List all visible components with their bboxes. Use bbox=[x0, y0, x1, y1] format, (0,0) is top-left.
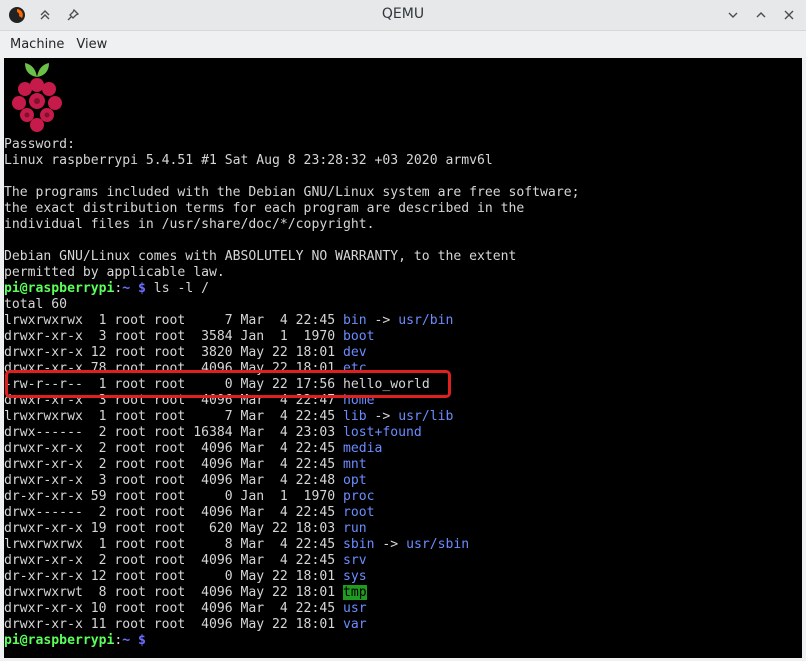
chevron-down-icon bbox=[728, 12, 738, 18]
banner-line: Linux raspberrypi 5.4.51 #1 Sat Aug 8 23… bbox=[4, 153, 579, 169]
listing-row: lrwxrwxrwx 1 root root 7 Mar 4 22:45 lib… bbox=[4, 409, 579, 425]
total-text: total 60 bbox=[4, 297, 68, 312]
menu-view[interactable]: View bbox=[70, 31, 113, 58]
listing-row: drwxr-xr-x 2 root root 4096 Mar 4 22:45 … bbox=[4, 457, 579, 473]
listing-row: drwxr-xr-x 2 root root 4096 Mar 4 22:45 … bbox=[4, 441, 579, 457]
entry-meta: lrwxrwxrwx 1 root root 7 Mar 4 22:45 bbox=[4, 313, 343, 328]
banner-text: The programs included with the Debian GN… bbox=[4, 185, 580, 200]
close-button[interactable] bbox=[778, 4, 800, 26]
entry-name: media bbox=[342, 441, 383, 456]
symlink-target: usr/bin bbox=[398, 313, 454, 328]
raspberry-pi-logo-icon bbox=[12, 63, 62, 132]
listing-row: dr-xr-xr-x 12 root root 0 May 22 18:01 s… bbox=[4, 569, 579, 585]
entry-meta: drwxr-xr-x 19 root root 620 May 22 18:03 bbox=[4, 521, 343, 536]
command-text: ls -l / bbox=[145, 281, 209, 296]
entry-meta: drwxr-xr-x 10 root root 4096 Mar 4 22:45 bbox=[4, 601, 343, 616]
total-line: total 60 bbox=[4, 297, 579, 313]
entry-name: opt bbox=[342, 473, 367, 488]
prompt-line: pi@raspberrypi:~ $ ls -l / bbox=[4, 281, 579, 297]
banner-line bbox=[4, 169, 579, 185]
listing-row: dr-xr-xr-x 59 root root 0 Jan 1 1970 pro… bbox=[4, 489, 579, 505]
listing-row: drwxr-xr-x 3 root root 3584 Jan 1 1970 b… bbox=[4, 329, 579, 345]
minimize-button[interactable] bbox=[722, 4, 744, 26]
prompt-user: pi@raspberrypi bbox=[4, 281, 115, 296]
maximize-button[interactable] bbox=[750, 4, 772, 26]
entry-meta: lrwxrwxrwx 1 root root 7 Mar 4 22:45 bbox=[4, 409, 343, 424]
prompt-path: ~ $ bbox=[122, 281, 146, 296]
entry-meta: drwxr-xr-x 2 root root 4096 Mar 4 22:45 bbox=[4, 553, 343, 568]
highlight-box bbox=[5, 370, 451, 398]
entry-meta: drwx------ 2 root root 16384 Mar 4 23:03 bbox=[4, 425, 343, 440]
entry-name: mnt bbox=[342, 457, 367, 472]
entry-meta: dr-xr-xr-x 59 root root 0 Jan 1 1970 bbox=[4, 489, 343, 504]
entry-meta: drwxr-xr-x 11 root root 4096 May 22 18:0… bbox=[4, 617, 343, 632]
banner-line: individual files in /usr/share/doc/*/cop… bbox=[4, 217, 579, 233]
entry-name: dev bbox=[342, 345, 367, 360]
entry-meta: drwxr-xr-x 12 root root 3820 May 22 18:0… bbox=[4, 345, 343, 360]
entry-name: lib bbox=[342, 409, 367, 424]
prompt-user: pi@raspberrypi bbox=[4, 633, 115, 648]
entry-meta: drwx------ 2 root root 4096 Mar 4 22:45 bbox=[4, 505, 343, 520]
terminal-screen[interactable]: Password: Linux raspberrypi 5.4.51 #1 Sat… bbox=[4, 58, 802, 658]
entry-name: tmp bbox=[342, 585, 367, 600]
entry-name: lost+found bbox=[342, 425, 422, 440]
banner-text: individual files in /usr/share/doc/*/cop… bbox=[4, 217, 375, 232]
listing-row: drwxr-xr-x 2 root root 4096 Mar 4 22:45 … bbox=[4, 553, 579, 569]
banner-text: Debian GNU/Linux comes with ABSOLUTELY N… bbox=[4, 249, 517, 264]
entry-meta: dr-xr-xr-x 12 root root 0 May 22 18:01 bbox=[4, 569, 343, 584]
symlink-arrow: -> bbox=[366, 313, 399, 328]
entry-name: usr bbox=[342, 601, 367, 616]
banner-line bbox=[4, 233, 579, 249]
banner-line: The programs included with the Debian GN… bbox=[4, 185, 579, 201]
symlink-target: usr/lib bbox=[398, 409, 454, 424]
symlink-target: usr/sbin bbox=[406, 537, 470, 552]
banner-line: Debian GNU/Linux comes with ABSOLUTELY N… bbox=[4, 249, 579, 265]
listing-row: drwxr-xr-x 10 root root 4096 Mar 4 22:45… bbox=[4, 601, 579, 617]
entry-meta: drwxr-xr-x 2 root root 4096 Mar 4 22:45 bbox=[4, 457, 343, 472]
entry-name: run bbox=[342, 521, 367, 536]
qemu-window: QEMU Machine View Password: Linux raspbe… bbox=[0, 0, 806, 661]
prompt-line: pi@raspberrypi:~ $ bbox=[4, 633, 579, 649]
title-bar: QEMU bbox=[0, 0, 806, 31]
entry-name: sbin bbox=[342, 537, 375, 552]
listing-row: drwx------ 2 root root 16384 Mar 4 23:03… bbox=[4, 425, 579, 441]
banner-text: Password: bbox=[4, 137, 75, 152]
banner-text: permitted by applicable law. bbox=[4, 265, 225, 280]
listing-row: drwxr-xr-x 19 root root 620 May 22 18:03… bbox=[4, 521, 579, 537]
entry-name: srv bbox=[342, 553, 367, 568]
close-icon bbox=[784, 10, 794, 20]
prompt-path: ~ $ bbox=[122, 633, 146, 648]
banner-text: the exact distribution terms for each pr… bbox=[4, 201, 525, 216]
listing-row: drwx------ 2 root root 4096 Mar 4 22:45 … bbox=[4, 505, 579, 521]
entry-name: sys bbox=[342, 569, 367, 584]
window-title: QEMU bbox=[381, 6, 425, 22]
entry-name: root bbox=[342, 505, 375, 520]
entry-meta: drwxr-xr-x 2 root root 4096 Mar 4 22:45 bbox=[4, 441, 343, 456]
chevron-up-icon bbox=[756, 12, 766, 18]
menu-bar: Machine View bbox=[0, 31, 806, 58]
symlink-arrow: -> bbox=[366, 409, 399, 424]
banner-line: the exact distribution terms for each pr… bbox=[4, 201, 579, 217]
entry-name: boot bbox=[342, 329, 375, 344]
banner-line: Password: bbox=[4, 137, 579, 153]
listing-row: drwxr-xr-x 12 root root 3820 May 22 18:0… bbox=[4, 345, 579, 361]
listing-row: drwxr-xr-x 11 root root 4096 May 22 18:0… bbox=[4, 617, 579, 633]
entry-name: bin bbox=[342, 313, 367, 328]
listing-row: drwxrwxrwt 8 root root 4096 May 22 18:01… bbox=[4, 585, 579, 601]
banner-line: permitted by applicable law. bbox=[4, 265, 579, 281]
entry-name: var bbox=[342, 617, 367, 632]
listing-row: lrwxrwxrwx 1 root root 8 Mar 4 22:45 sbi… bbox=[4, 537, 579, 553]
symlink-arrow: -> bbox=[374, 537, 407, 552]
entry-meta: lrwxrwxrwx 1 root root 8 Mar 4 22:45 bbox=[4, 537, 343, 552]
entry-meta: drwxr-xr-x 3 root root 3584 Jan 1 1970 bbox=[4, 329, 343, 344]
listing-row: drwxr-xr-x 3 root root 4096 Mar 4 22:48 … bbox=[4, 473, 579, 489]
entry-name: proc bbox=[342, 489, 375, 504]
menu-machine[interactable]: Machine bbox=[4, 31, 70, 58]
banner-text: Linux raspberrypi 5.4.51 #1 Sat Aug 8 23… bbox=[4, 153, 493, 168]
entry-meta: drwxrwxrwt 8 root root 4096 May 22 18:01 bbox=[4, 585, 343, 600]
entry-meta: drwxr-xr-x 3 root root 4096 Mar 4 22:48 bbox=[4, 473, 343, 488]
listing-row: lrwxrwxrwx 1 root root 7 Mar 4 22:45 bin… bbox=[4, 313, 579, 329]
